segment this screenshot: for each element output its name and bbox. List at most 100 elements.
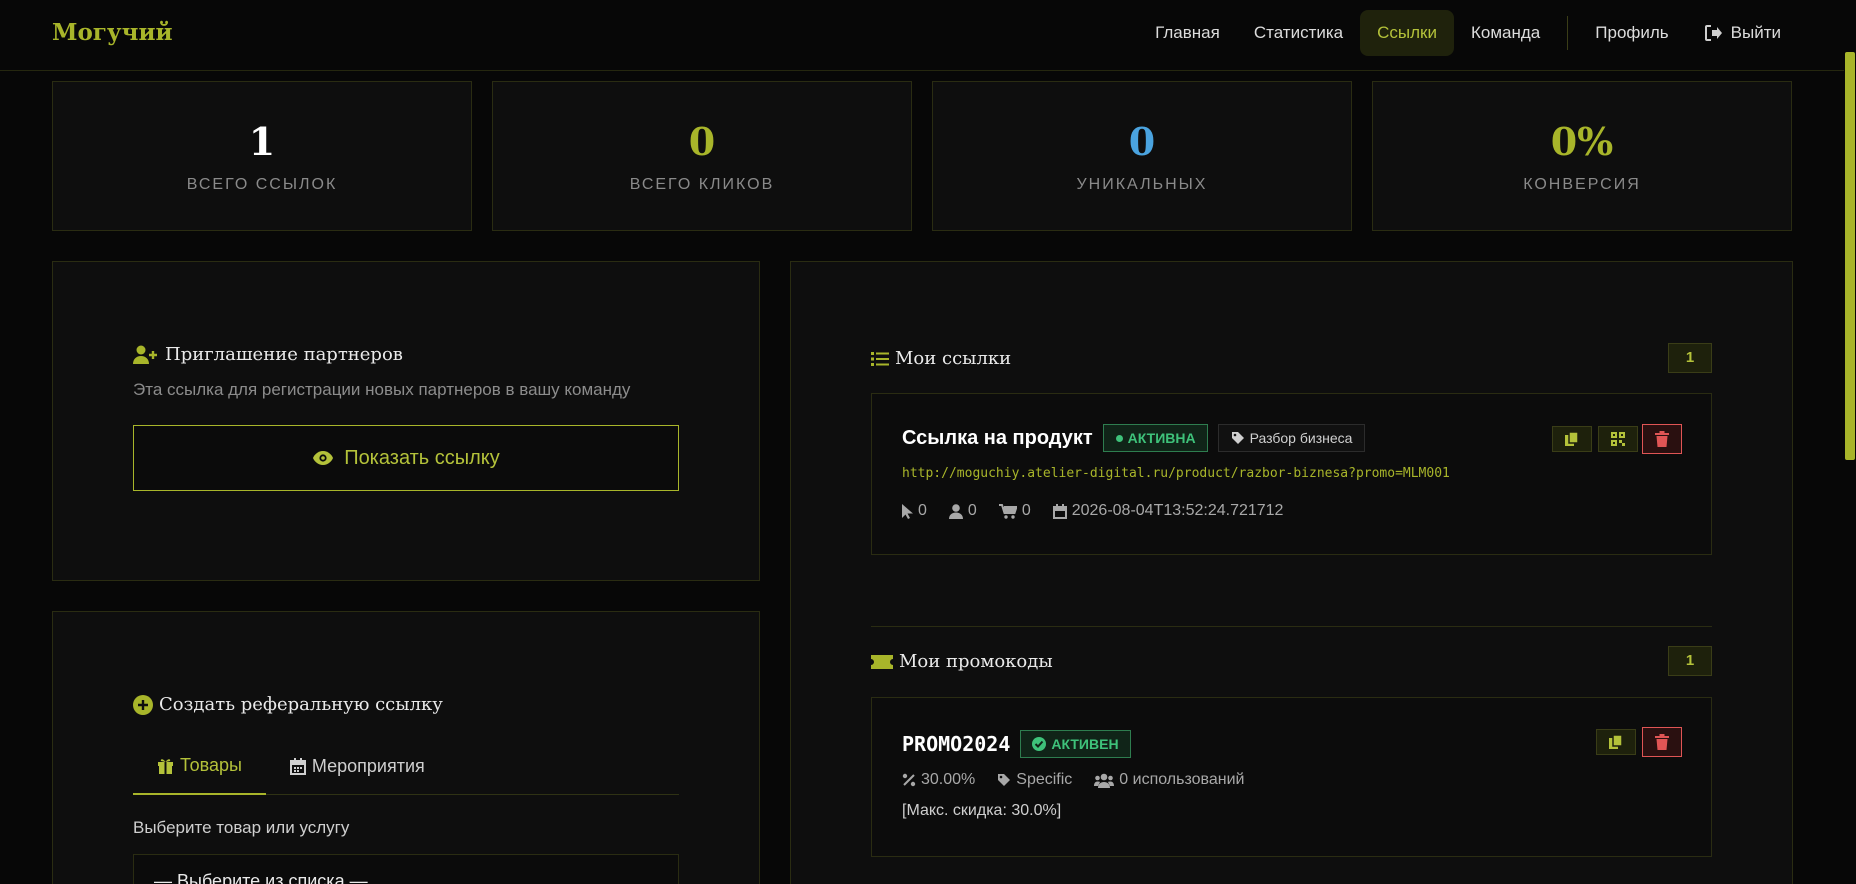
nav-logout[interactable]: Выйти [1686,10,1798,56]
top-navbar: Могучий Главная Статистика Ссылки Команд… [0,0,1856,71]
promo-uses-value: 0 использований [1119,771,1245,788]
invite-title: Приглашение партнеров [133,344,403,365]
links-promos-panel: Мои ссылки 1 Ссылка на продукт АКТИВНА Р… [790,261,1793,884]
tag-icon [1231,432,1244,444]
link-status-badge: АКТИВНА [1102,424,1208,452]
stat-label: КОНВЕРСИЯ [1523,176,1641,193]
copy-icon [1565,431,1579,446]
users-icon [1094,773,1115,788]
nav-links[interactable]: Ссылки [1360,10,1454,56]
tag-icon [998,774,1011,786]
link-unique-value: 0 [967,502,977,519]
logout-icon [1704,25,1722,41]
promo-discount-value: 30.00% [921,771,976,788]
qr-code-icon [1611,432,1625,446]
my-links-title-text: Мои ссылки [895,348,1012,369]
calendar-icon [289,758,306,775]
user-icon [948,503,963,519]
create-tabs: Товары Мероприятия [133,738,679,795]
promo-code: PROMO2024 [902,732,1011,756]
promo-type: Specific [997,771,1072,789]
link-card: Ссылка на продукт АКТИВНА Разбор бизнеса… [871,393,1712,555]
stat-value: 0 [1128,119,1156,164]
trash-icon [1655,734,1669,750]
link-meta: 0 0 0 2026-08-04T13:52:24.721712 [902,502,1305,520]
my-promos-title: Мои промокоды [871,651,1053,672]
delete-link-button[interactable] [1642,424,1682,454]
show-link-button[interactable]: Показать ссылку [133,425,679,491]
cursor-icon [902,503,913,519]
brand-logo[interactable]: Могучий [52,19,173,46]
product-select[interactable]: — Выберите из списка — [133,854,679,884]
link-card-header: Ссылка на продукт АКТИВНА Разбор бизнеса [902,424,1366,452]
invite-description: Эта ссылка для регистрации новых партнер… [133,380,631,399]
section-divider [871,626,1712,627]
gift-icon [158,759,173,774]
link-tag-text: Разбор бизнеса [1249,430,1353,446]
tab-products[interactable]: Товары [133,738,266,795]
qr-code-button[interactable] [1598,426,1638,452]
percent-icon [902,773,916,787]
stat-card-total-links: 1 ВСЕГО ССЫЛОК [52,81,472,231]
eye-icon [313,451,334,465]
copy-promo-button[interactable] [1596,729,1636,755]
stat-value: 0 [688,119,716,164]
copy-icon [1609,734,1623,749]
stat-value: 0% [1550,119,1614,164]
list-icon [871,351,889,366]
nav-home[interactable]: Главная [1138,10,1237,56]
tab-events-label: Мероприятия [311,756,425,776]
link-clicks: 0 [902,502,927,520]
scrollbar-thumb[interactable] [1845,52,1855,460]
stat-label: ВСЕГО ССЫЛОК [186,176,338,193]
cart-icon [998,503,1017,519]
dot-icon [1115,434,1123,442]
promo-max-discount: [Макс. скидка: 30.0%] [902,802,1062,819]
promo-card: PROMO2024 АКТИВЕН 30.00% Specific 0 испо… [871,697,1712,857]
copy-link-button[interactable] [1552,426,1592,452]
link-date: 2026-08-04T13:52:24.721712 [1052,502,1284,520]
create-referral-panel: Создать реферальную ссылку Товары Меропр… [52,611,760,884]
nav-profile[interactable]: Профиль [1578,10,1685,56]
invite-partners-panel: Приглашение партнеров Эта ссылка для рег… [52,261,760,581]
link-date-value: 2026-08-04T13:52:24.721712 [1071,502,1284,519]
stat-card-conversion: 0% КОНВЕРСИЯ [1372,81,1792,231]
link-orders-value: 0 [1021,502,1031,519]
link-status-text: АКТИВНА [1127,430,1196,446]
invite-title-text: Приглашение партнеров [165,344,403,365]
my-links-count-badge: 1 [1668,343,1712,373]
trash-icon [1655,431,1669,447]
link-tag-badge: Разбор бизнеса [1217,424,1366,452]
promo-type-value: Specific [1016,771,1073,788]
stat-label: ВСЕГО КЛИКОВ [629,176,775,193]
select-label: Выберите товар или услугу [133,818,350,837]
link-clicks-value: 0 [918,502,927,519]
promo-status-badge: АКТИВЕН [1020,730,1131,758]
plus-circle-icon [133,694,153,715]
my-links-title: Мои ссылки [871,348,1011,369]
page-scrollbar[interactable] [1844,0,1856,884]
my-promos-title-text: Мои промокоды [899,651,1053,672]
tab-events[interactable]: Мероприятия [266,738,449,795]
check-circle-icon [1032,737,1047,751]
promo-meta: 30.00% Specific 0 использований [902,771,1266,789]
delete-promo-button[interactable] [1642,727,1682,757]
nav-divider [1567,16,1569,50]
main-nav: Главная Статистика Ссылки Команда Профил… [1138,10,1798,56]
logout-label: Выйти [1730,23,1781,42]
ticket-icon [871,654,893,669]
tab-products-label: Товары [180,755,242,775]
promo-discount: 30.00% [902,771,975,789]
stat-card-unique: 0 УНИКАЛЬНЫХ [932,81,1352,231]
create-title-text: Создать реферальную ссылку [159,694,443,715]
link-url[interactable]: http://moguchiy.atelier-digital.ru/produ… [902,466,1450,481]
my-promos-count-badge: 1 [1668,646,1712,676]
link-name: Ссылка на продукт [902,426,1093,449]
show-link-label: Показать ссылку [344,446,500,469]
nav-stats[interactable]: Статистика [1237,10,1360,56]
stat-value: 1 [248,119,276,164]
promo-uses: 0 использований [1094,771,1244,789]
nav-team[interactable]: Команда [1454,10,1557,56]
stat-card-total-clicks: 0 ВСЕГО КЛИКОВ [492,81,912,231]
link-orders: 0 [998,502,1031,520]
